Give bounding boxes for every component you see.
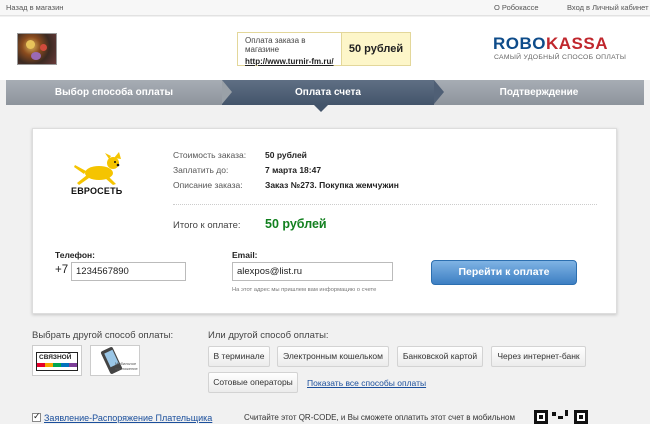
header: Оплата заказа в магазине http://www.turn… — [0, 17, 650, 80]
show-all-methods-link[interactable]: Показать все способы оплаты — [307, 378, 426, 388]
shop-url-link[interactable]: http://www.turnir-fm.ru/ — [245, 57, 341, 66]
order-row: Стоимость заказа: 50 рублей — [173, 150, 399, 165]
top-bar: Назад в магазин О Робокассе Вход в Личны… — [0, 0, 650, 16]
header-amount: 50 рублей — [341, 33, 410, 65]
order-summary-box: Оплата заказа в магазине http://www.turn… — [237, 32, 411, 66]
order-row-value: Заказ №273. Покупка жемчужин — [265, 180, 399, 190]
method-bank-card-button[interactable]: Банковской картой — [397, 346, 483, 367]
robokassa-logo[interactable]: ROBOKASSA — [493, 34, 608, 54]
order-row-key: Заплатить до: — [173, 165, 229, 175]
shop-logo[interactable] — [17, 33, 57, 65]
robokassa-tagline: САМЫЙ УДОБНЫЙ СПОСОБ ОПЛАТЫ — [494, 54, 627, 61]
phone-prefix: +7 — [55, 264, 69, 276]
checkout-steps: Выбор способа оплаты Оплата счета Подтве… — [0, 80, 650, 105]
agreement-link[interactable]: Заявление-Распоряжение Плательщика — [44, 413, 212, 423]
step-choose-method: Выбор способа оплаты — [6, 80, 222, 105]
total-label: Итого к оплате: — [173, 220, 241, 231]
svyaznoy-label: СВЯЗНОЙ — [39, 354, 72, 361]
mobile-app-method-tile[interactable]: Мобильное приложение — [90, 345, 140, 376]
email-label: Email: — [232, 250, 258, 260]
svyaznoy-method-tile[interactable]: СВЯЗНОЙ — [32, 345, 82, 376]
total-amount: 50 рублей — [265, 217, 327, 231]
choose-other-method-title: Выбрать другой способ оплаты: — [32, 330, 174, 341]
proceed-to-payment-button[interactable]: Перейти к оплате — [431, 260, 577, 285]
step-arrow — [434, 80, 444, 104]
email-hint: На этот адрес мы пришлем вам информацию … — [232, 287, 377, 293]
method-terminal-button[interactable]: В терминале — [208, 346, 270, 367]
agreement-checkbox[interactable] — [32, 411, 41, 422]
order-row: Описание заказа: Заказ №273. Покупка жемч… — [173, 180, 399, 195]
step-arrow — [222, 80, 232, 104]
email-input[interactable] — [232, 262, 393, 281]
payment-card: ЕВРОСЕТЬ Стоимость заказа: 50 рублей Запл… — [32, 128, 617, 314]
active-step-pointer — [314, 105, 328, 112]
mobile-app-caption: Мобильное приложение — [115, 361, 138, 371]
logo-robo: ROBO — [493, 34, 546, 53]
qr-code — [534, 410, 590, 424]
order-info: Стоимость заказа: 50 рублей Заплатить до:… — [173, 150, 399, 195]
divider — [173, 204, 597, 205]
method-internet-bank-button[interactable]: Через интернет-банк — [491, 346, 586, 367]
about-robokassa-link[interactable]: О Робокассе — [494, 3, 539, 12]
or-other-method-title: Или другой способ оплаты: — [208, 330, 329, 341]
logo-kassa: KASSA — [546, 34, 609, 53]
method-ewallet-button[interactable]: Электронным кошельком — [277, 346, 389, 367]
back-to-shop-link[interactable]: Назад в магазин — [6, 3, 63, 12]
step-pay-invoice: Оплата счета — [222, 80, 434, 105]
svyaznoy-stripe — [37, 363, 77, 367]
qr-instructions: Считайте этот QR-CODE, и Вы сможете опла… — [244, 413, 515, 422]
order-row-value: 7 марта 18:47 — [265, 165, 322, 175]
order-row-key: Стоимость заказа: — [173, 150, 247, 160]
step-confirmation: Подтверждение — [434, 80, 644, 105]
evroset-dog-icon — [74, 152, 121, 185]
order-row-key: Описание заказа: — [173, 180, 243, 190]
paybox-label: Оплата заказа в магазине — [245, 36, 306, 54]
phone-input[interactable] — [71, 262, 186, 281]
personal-cabinet-link[interactable]: Вход в Личный кабинет — [567, 3, 649, 12]
phone-label: Телефон: — [55, 250, 95, 260]
provider-name: ЕВРОСЕТЬ — [71, 186, 123, 196]
order-row-value: 50 рублей — [265, 150, 307, 160]
order-row: Заплатить до: 7 марта 18:47 — [173, 165, 399, 180]
method-mobile-operators-button[interactable]: Сотовые операторы — [208, 372, 298, 393]
